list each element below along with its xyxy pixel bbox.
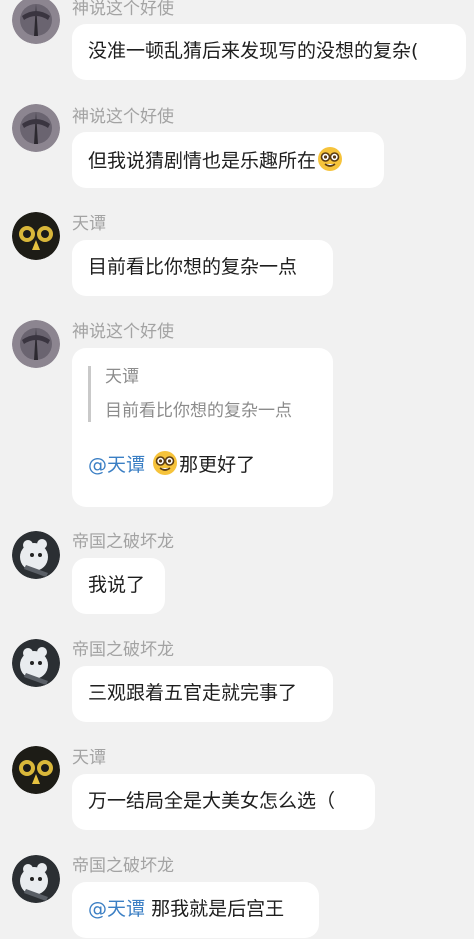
message-text: 目前看比你想的复杂一点 — [88, 256, 298, 278]
message-text: 那更好了 — [179, 454, 256, 476]
message-bubble[interactable]: 三观跟着五官走就完事了 — [72, 666, 333, 722]
avatar[interactable] — [12, 0, 60, 44]
message-bubble[interactable]: 天谭 目前看比你想的复杂一点 @天谭 那更好了 — [72, 348, 333, 507]
sender-name: 帝国之破坏龙 — [72, 640, 174, 660]
sender-name: 神说这个好使 — [72, 322, 174, 342]
message-text: 但我说猜剧情也是乐趣所在 — [88, 150, 317, 172]
avatar[interactable] — [12, 212, 60, 260]
avatar[interactable] — [12, 855, 60, 903]
message-bubble[interactable]: @天谭 那我就是后宫王 — [72, 882, 319, 938]
quoted-message[interactable]: 天谭 目前看比你想的复杂一点 — [88, 366, 317, 422]
message-text: 没准一顿乱猜后来发现写的没想的复杂( — [88, 40, 419, 62]
avatar[interactable] — [12, 320, 60, 368]
avatar[interactable] — [12, 639, 60, 687]
message-text: 三观跟着五官走就完事了 — [88, 682, 298, 704]
avatar[interactable] — [12, 531, 60, 579]
sender-name: 帝国之破坏龙 — [72, 856, 174, 876]
message-text: 我说了 — [88, 574, 146, 596]
message-text: 万一结局全是大美女怎么选（ — [88, 790, 336, 812]
sender-name: 天谭 — [72, 748, 106, 768]
message-bubble[interactable]: 目前看比你想的复杂一点 — [72, 240, 333, 296]
quoted-text: 目前看比你想的复杂一点 — [105, 401, 292, 421]
message-bubble[interactable]: 万一结局全是大美女怎么选（ — [72, 774, 375, 830]
sender-name: 天谭 — [72, 214, 106, 234]
avatar[interactable] — [12, 746, 60, 794]
mention-link[interactable]: @天谭 — [88, 454, 145, 476]
sender-name: 神说这个好使 — [72, 107, 174, 127]
message-bubble[interactable]: 我说了 — [72, 558, 165, 614]
message-text: 那我就是后宫王 — [151, 898, 285, 920]
mention-link[interactable]: @天谭 — [88, 898, 145, 920]
nerd-face-emoji — [317, 146, 343, 172]
nerd-face-emoji — [152, 450, 178, 476]
message-bubble[interactable]: 没准一顿乱猜后来发现写的没想的复杂( — [72, 24, 466, 80]
quoted-sender: 天谭 — [105, 367, 139, 387]
sender-name: 帝国之破坏龙 — [72, 532, 174, 552]
avatar[interactable] — [12, 104, 60, 152]
sender-name: 神说这个好使 — [72, 0, 174, 19]
message-bubble[interactable]: 但我说猜剧情也是乐趣所在 — [72, 132, 384, 188]
